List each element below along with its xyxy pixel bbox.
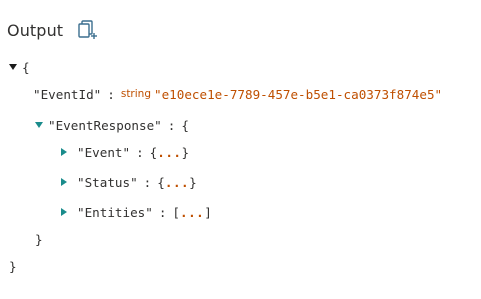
- eventid-key: "EventId": [33, 86, 102, 102]
- eventresponse-key: "EventResponse": [48, 117, 162, 133]
- entities-row: "Entities" : [ ... ]: [61, 202, 212, 222]
- event-row: "Event" : { ... }: [61, 142, 189, 162]
- root-close-row: }: [9, 256, 17, 276]
- entities-open: [: [172, 204, 181, 220]
- status-key: "Status": [77, 174, 138, 190]
- output-title: Output: [7, 20, 64, 40]
- entities-colon: :: [158, 204, 167, 220]
- eventresponse-open-brace: {: [181, 117, 189, 133]
- expand-entities-caret-icon[interactable]: [61, 208, 67, 216]
- status-colon: :: [143, 174, 152, 190]
- eventresponse-close-brace: }: [35, 231, 43, 247]
- event-key: "Event": [77, 144, 131, 160]
- copy-button[interactable]: [77, 18, 99, 42]
- expand-event-caret-icon[interactable]: [61, 148, 67, 156]
- eventresponse-row: "EventResponse" : {: [35, 115, 189, 135]
- eventresponse-close-row: }: [35, 229, 43, 249]
- entities-close: ]: [204, 204, 212, 220]
- collapse-root-caret-icon[interactable]: [9, 64, 17, 70]
- status-ellipsis[interactable]: ...: [165, 175, 189, 190]
- eventid-row: "EventId" : string "e10ece1e-7789-457e-b…: [33, 84, 442, 104]
- eventid-value[interactable]: "e10ece1e-7789-457e-b5e1-ca0373f874e5": [154, 87, 442, 102]
- root-open-brace: {: [22, 59, 30, 75]
- event-close: }: [181, 144, 190, 160]
- event-open: {: [149, 144, 158, 160]
- status-close: }: [189, 174, 197, 190]
- collapse-eventresponse-caret-icon[interactable]: [35, 122, 43, 128]
- eventid-colon: :: [107, 86, 115, 102]
- expand-status-caret-icon[interactable]: [61, 178, 67, 186]
- output-header: Output: [7, 18, 63, 42]
- json-root-line: {: [9, 57, 30, 77]
- eventid-type-label: string: [120, 88, 151, 100]
- entities-key: "Entities": [77, 204, 153, 220]
- root-close-brace: }: [9, 258, 17, 274]
- copy-icon: [77, 18, 99, 42]
- entities-ellipsis[interactable]: ...: [180, 205, 204, 220]
- event-colon: :: [136, 144, 144, 160]
- status-open: {: [157, 174, 165, 190]
- event-ellipsis[interactable]: ...: [157, 145, 181, 160]
- status-row: "Status" : { ... }: [61, 172, 197, 192]
- eventresponse-colon: :: [167, 117, 176, 133]
